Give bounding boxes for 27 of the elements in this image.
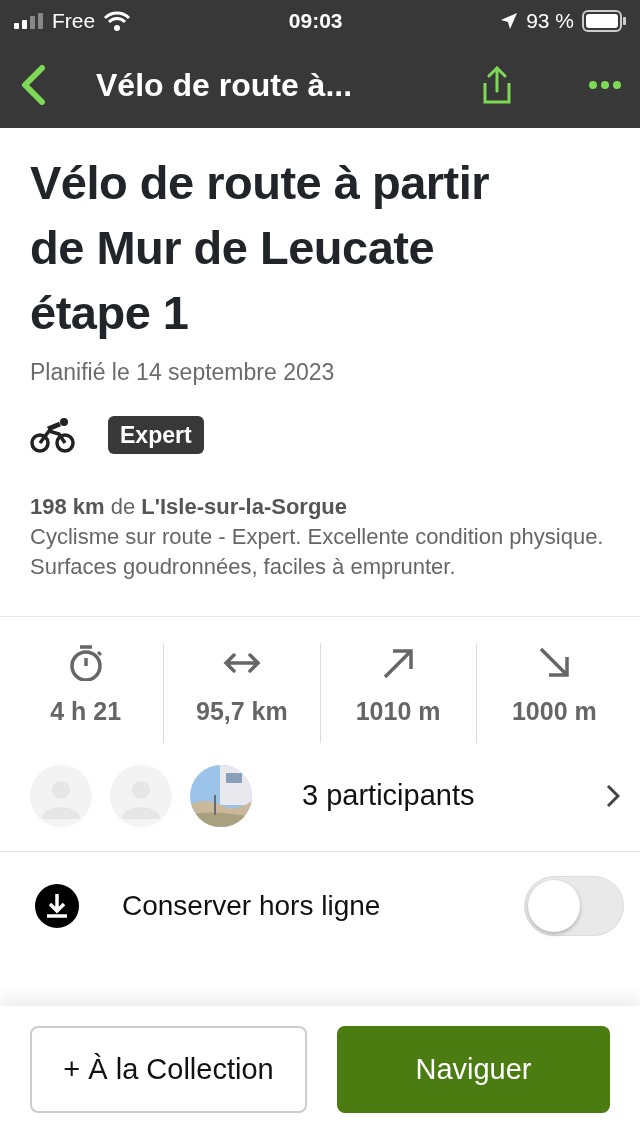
location-arrow-icon xyxy=(500,12,519,30)
stat-value: 1010 m xyxy=(355,696,441,727)
route-description: Cyclisme sur route - Expert. Excellente condition physique. Surfaces goudronnées, faciles à emprunter. xyxy=(29,523,605,581)
participants-count[interactable]: 3 participants xyxy=(302,774,588,818)
battery-icon xyxy=(582,10,626,32)
stat-value: 1000 m xyxy=(511,696,597,727)
back-icon[interactable] xyxy=(20,65,46,105)
stat-value: 4 h 21 xyxy=(50,696,122,727)
difficulty-badge: Expert xyxy=(108,415,204,454)
bicycle-icon xyxy=(30,416,76,453)
battery-percent: 93 % xyxy=(526,8,574,35)
nav-title: Vélo de route à... xyxy=(96,66,354,105)
signal-icon xyxy=(14,13,44,29)
route-summary: 198 km de L'Isle-sur-la-Sorgue xyxy=(29,493,349,521)
status-time: 09:03 xyxy=(288,8,343,35)
wifi-icon xyxy=(103,11,132,31)
add-to-collection-button[interactable]: + À la Collection xyxy=(30,1026,307,1113)
chevron-right-icon[interactable] xyxy=(606,784,620,808)
planned-date: Planifié le 14 septembre 2023 xyxy=(29,358,336,387)
more-icon[interactable] xyxy=(588,80,622,90)
offline-label: Conserver hors ligne xyxy=(122,889,382,923)
navigate-button[interactable]: Naviguer xyxy=(337,1026,610,1113)
stat-value: 95,7 km xyxy=(196,696,288,727)
carrier-name: Free xyxy=(52,8,96,35)
avatar-placeholder-icon xyxy=(110,765,172,827)
avatar-placeholder-icon xyxy=(30,765,92,827)
tour-title: Vélo de route à partir de Mur de Leucate étape 1 xyxy=(29,155,491,341)
